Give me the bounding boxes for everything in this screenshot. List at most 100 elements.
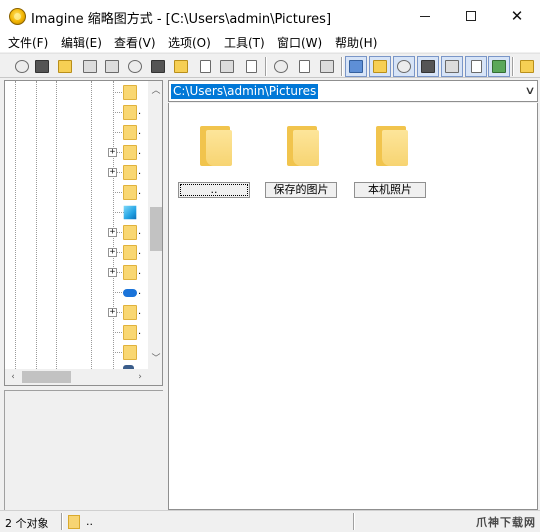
tree-node-label: . bbox=[138, 146, 142, 157]
slideshow-icon bbox=[35, 59, 49, 73]
thumbnail-view-button[interactable] bbox=[441, 56, 463, 77]
paste-button[interactable] bbox=[319, 58, 335, 74]
window-title: Imagine 缩略图方式 - [C:\Users\admin\Pictures… bbox=[31, 12, 332, 27]
expand-icon[interactable]: + bbox=[108, 308, 117, 317]
scroll-right-icon[interactable]: › bbox=[132, 369, 148, 385]
thumbnail-view[interactable]: .. 保存的图片 本机照片 bbox=[168, 103, 538, 510]
expand-icon[interactable]: + bbox=[108, 228, 117, 237]
info-panel-toggle-button[interactable] bbox=[417, 56, 439, 77]
folder-icon bbox=[123, 345, 137, 360]
delete-button[interactable] bbox=[219, 58, 235, 74]
thumbnail-item[interactable]: .. bbox=[177, 121, 253, 201]
open-folder-button[interactable] bbox=[57, 58, 73, 74]
preview-toggle-icon bbox=[397, 60, 411, 73]
large-preview-button[interactable] bbox=[488, 56, 510, 77]
path-input[interactable]: C:\Users\admin\Pictures bbox=[171, 84, 319, 99]
save-button[interactable] bbox=[82, 58, 98, 74]
tree-horizontal-scrollbar[interactable]: ‹ › bbox=[5, 369, 148, 385]
folder-icon bbox=[123, 265, 137, 280]
large-preview-icon bbox=[492, 60, 506, 73]
rename-button[interactable] bbox=[197, 58, 213, 74]
preview-pane bbox=[4, 390, 163, 510]
maximize-button[interactable] bbox=[448, 0, 494, 32]
tree-node[interactable]: . bbox=[5, 283, 147, 302]
menu-edit[interactable]: 编辑(E) bbox=[61, 34, 102, 51]
tree-node[interactable] bbox=[5, 203, 147, 222]
menu-view[interactable]: 查看(V) bbox=[114, 34, 156, 51]
thumbnail-caption: .. bbox=[178, 182, 250, 198]
parent-folder-icon bbox=[520, 59, 534, 73]
tree-node-label: . bbox=[138, 166, 142, 177]
tree-node[interactable] bbox=[5, 343, 147, 362]
status-divider bbox=[61, 513, 63, 530]
folder-icon bbox=[123, 305, 137, 320]
tree-node-label: . bbox=[138, 306, 142, 317]
path-combobox[interactable]: C:\Users\admin\Pictures ∨ bbox=[168, 80, 538, 102]
tree-branch-line bbox=[113, 212, 124, 213]
chevron-down-icon[interactable]: ∨ bbox=[524, 84, 535, 97]
eye-button[interactable] bbox=[14, 58, 30, 74]
thumbnail-caption: 保存的图片 bbox=[265, 182, 337, 198]
expand-icon[interactable]: + bbox=[108, 148, 117, 157]
tree-node-label: . bbox=[138, 126, 142, 137]
tree-node[interactable]: +. bbox=[5, 263, 147, 282]
folder-tree[interactable]: .. +. +.. +. +. +.. +.. ︿ ﹀ ‹ › bbox=[4, 80, 163, 386]
scrollbar-thumb[interactable] bbox=[22, 371, 71, 383]
menu-bar: 文件(F) 编辑(E) 查看(V) 选项(O) 工具(T) 窗口(W) 帮助(H… bbox=[0, 32, 540, 52]
expand-icon[interactable]: + bbox=[108, 268, 117, 277]
preview-toggle-button[interactable] bbox=[393, 56, 415, 77]
cut-button[interactable] bbox=[273, 58, 289, 74]
scroll-up-icon[interactable]: ︿ bbox=[148, 83, 162, 99]
menu-options[interactable]: 选项(O) bbox=[168, 34, 211, 51]
tree-node[interactable]: . bbox=[5, 103, 147, 122]
new-folder-button[interactable] bbox=[173, 58, 189, 74]
copy-icon bbox=[298, 59, 310, 73]
tree-node[interactable]: +. bbox=[5, 223, 147, 242]
scroll-corner bbox=[148, 369, 162, 385]
info-panel-toggle-icon bbox=[421, 60, 435, 73]
tree-node-label: . bbox=[138, 186, 142, 197]
expand-icon[interactable]: + bbox=[108, 168, 117, 177]
slideshow-button[interactable] bbox=[34, 58, 50, 74]
tree-node[interactable]: . bbox=[5, 123, 147, 142]
print-button[interactable] bbox=[104, 58, 120, 74]
camera-button[interactable] bbox=[150, 58, 166, 74]
thumbnail-view-icon bbox=[445, 60, 459, 73]
tree-node[interactable]: +. bbox=[5, 163, 147, 182]
close-button[interactable]: ✕ bbox=[494, 0, 540, 32]
info-button[interactable] bbox=[127, 58, 143, 74]
minimize-button[interactable] bbox=[402, 0, 448, 32]
parent-folder-button[interactable] bbox=[519, 58, 535, 74]
new-folder-icon bbox=[174, 59, 188, 73]
menu-file[interactable]: 文件(F) bbox=[8, 34, 48, 51]
tree-node[interactable]: +. bbox=[5, 143, 147, 162]
thumbnail-item[interactable]: 保存的图片 bbox=[264, 121, 340, 201]
tree-node[interactable]: . bbox=[5, 183, 147, 202]
folder-tree-toggle-button[interactable] bbox=[369, 56, 391, 77]
tree-vertical-scrollbar[interactable]: ︿ ﹀ bbox=[148, 81, 162, 369]
tree-node[interactable]: +. bbox=[5, 243, 147, 262]
menu-help[interactable]: 帮助(H) bbox=[335, 34, 377, 51]
watermark: 爪神下载网 bbox=[476, 516, 536, 529]
tree-node[interactable] bbox=[5, 83, 147, 102]
scroll-down-icon[interactable]: ﹀ bbox=[148, 351, 162, 367]
menu-tools[interactable]: 工具(T) bbox=[224, 34, 265, 51]
toolbar-separator bbox=[341, 57, 343, 76]
scroll-left-icon[interactable]: ‹ bbox=[5, 369, 21, 385]
folder-icon bbox=[123, 85, 137, 100]
tree-node[interactable]: +. bbox=[5, 303, 147, 322]
copy-button[interactable] bbox=[296, 58, 312, 74]
menu-window[interactable]: 窗口(W) bbox=[277, 34, 322, 51]
thumbnail-item[interactable]: 本机照片 bbox=[353, 121, 429, 201]
properties-button[interactable] bbox=[243, 58, 259, 74]
toolbar bbox=[0, 53, 540, 78]
expand-icon[interactable]: + bbox=[108, 248, 117, 257]
address-bar-toggle-button[interactable] bbox=[345, 56, 367, 77]
details-view-button[interactable] bbox=[465, 56, 487, 77]
tree-node[interactable]: . bbox=[5, 323, 147, 342]
scrollbar-thumb[interactable] bbox=[150, 207, 162, 251]
status-object-count: 2 个对象 bbox=[5, 517, 49, 530]
imagine-app-icon[interactable] bbox=[9, 8, 26, 25]
folder-icon bbox=[123, 125, 137, 140]
cut-icon bbox=[274, 59, 288, 73]
